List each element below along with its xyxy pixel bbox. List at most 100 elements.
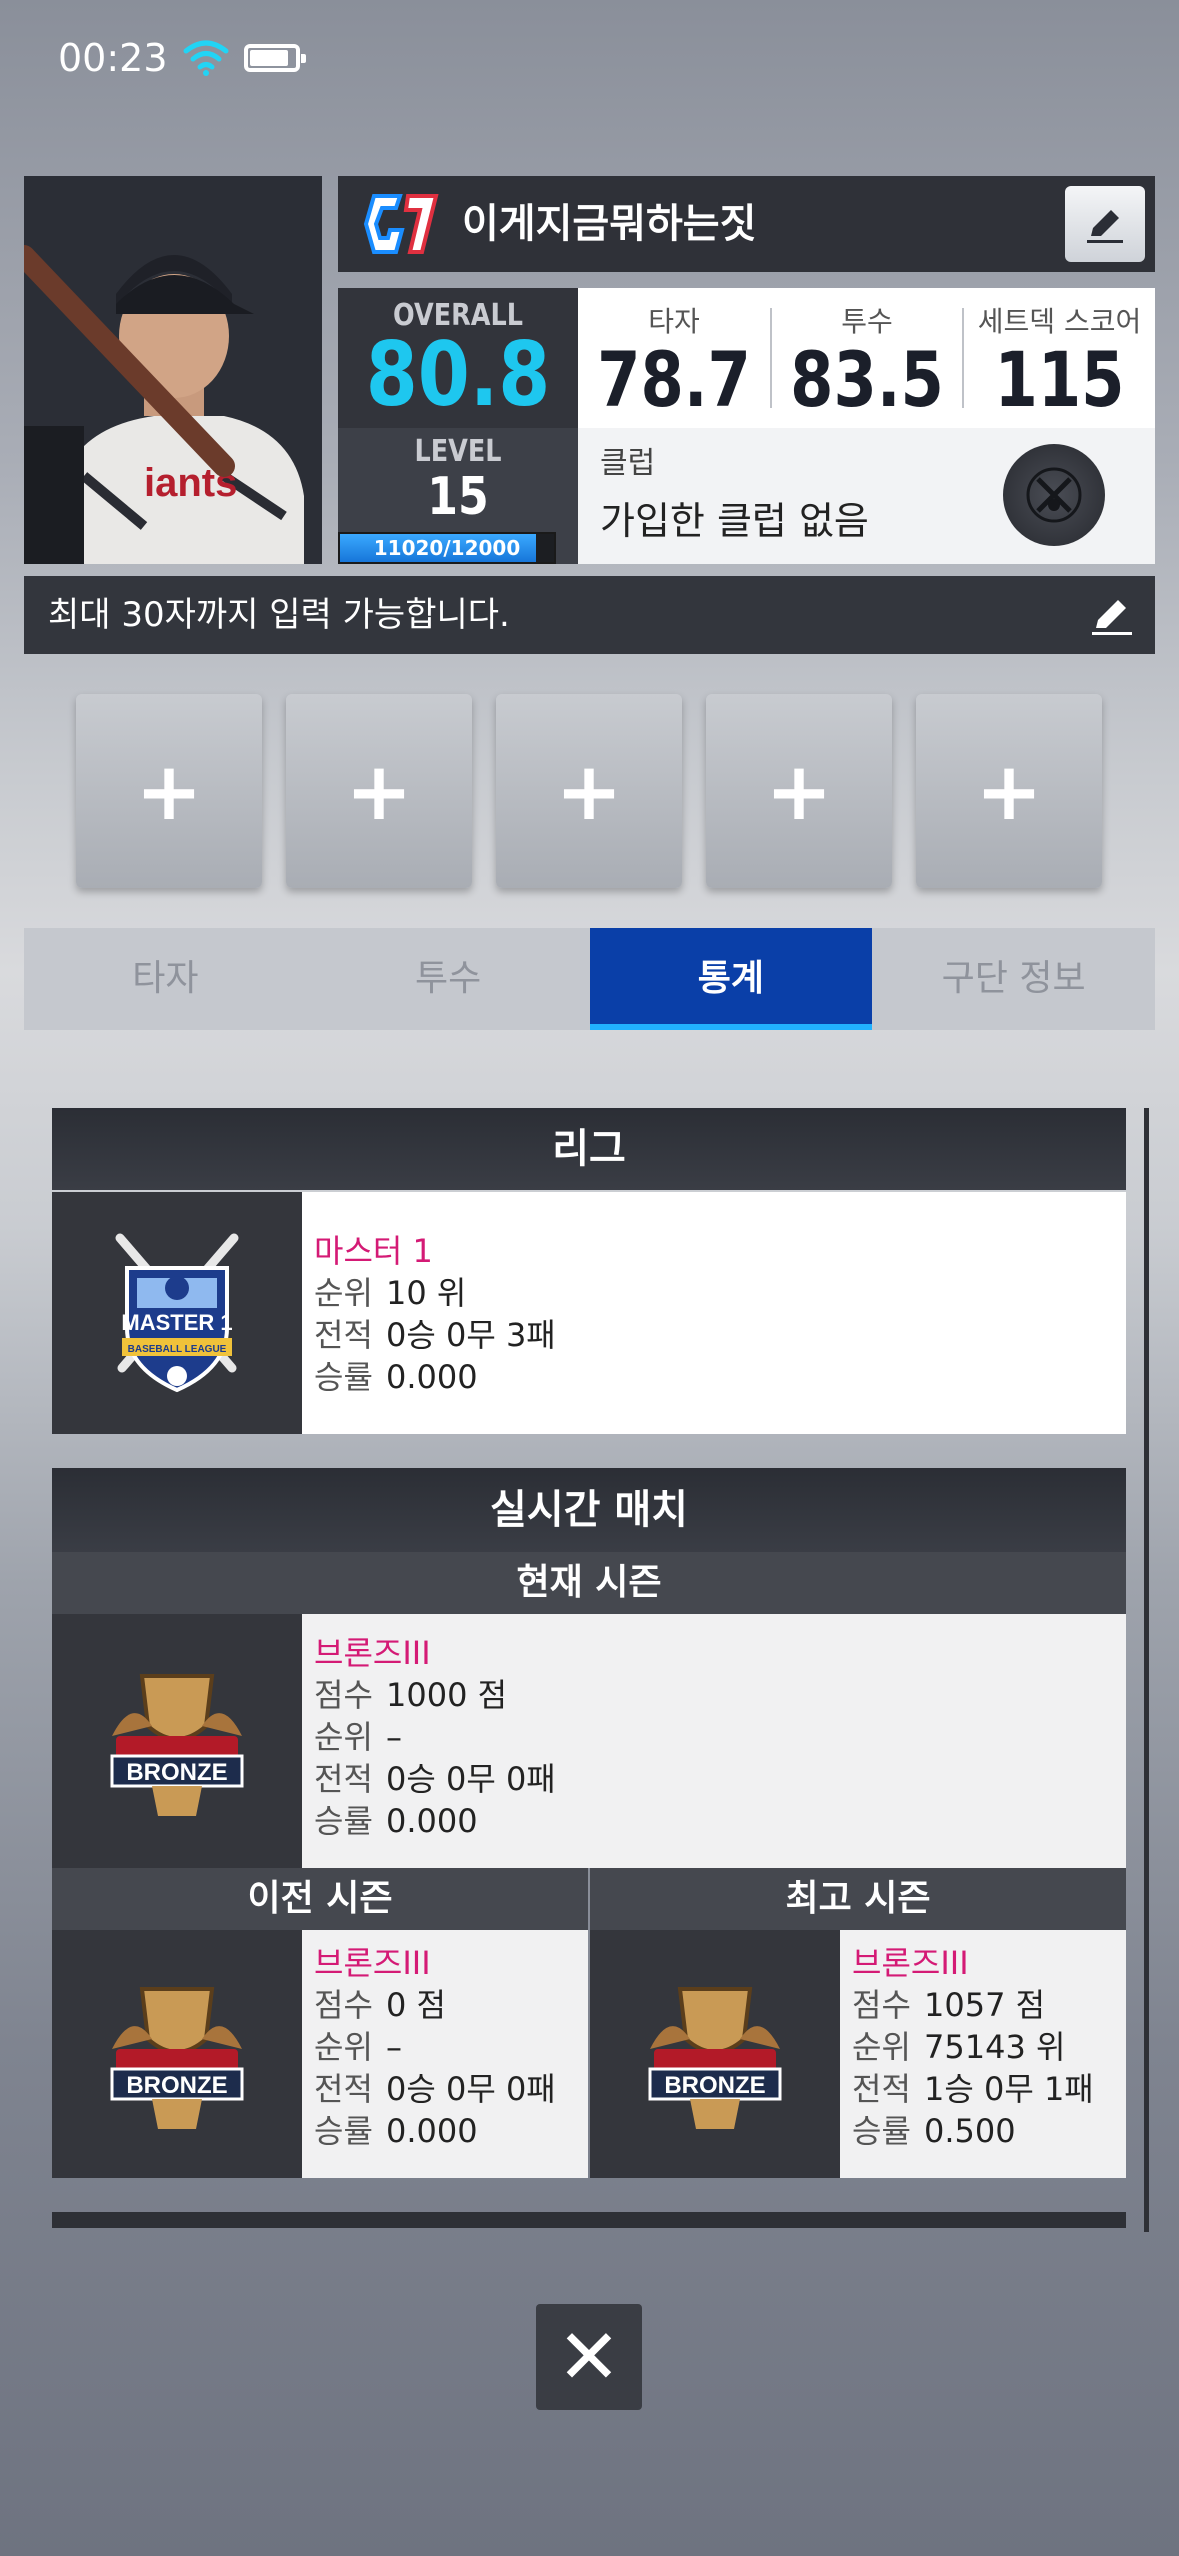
info-key: 순위 [852,2028,911,2066]
xp-text: 11020/12000 [373,536,521,560]
league-badge-subtext: BASEBALL LEAGUE [128,1344,227,1355]
next-panel-edge [52,2212,1126,2228]
best-badge-cell: BRONZE [590,1930,840,2178]
tab-pitcher[interactable]: 투수 [307,928,590,1030]
info-value: 1057 점 [924,1986,1046,2024]
add-slot-button-3[interactable]: + [496,694,682,888]
master-league-badge-icon: MASTER 1 BASEBALL LEAGUE [115,1233,239,1393]
bronze-badge-text: BRONZE [126,2072,227,2099]
tab-stats[interactable]: 통계 [589,928,873,1030]
close-icon: ✕ [557,2312,621,2401]
info-row: 전적 0승 0무 0패 [314,1758,1126,1800]
info-value: – [386,1718,402,1756]
bio-input[interactable]: 최대 30자까지 입력 가능합니다. [24,576,1155,654]
bronze-badge-text: BRONZE [126,1759,227,1786]
current-badge-cell: BRONZE [52,1614,302,1868]
league-badge-cell: MASTER 1 BASEBALL LEAGUE [52,1192,302,1434]
info-row: 점수 1057 점 [852,1984,1126,2026]
add-slot-button-1[interactable]: + [76,694,262,888]
add-slot-button-5[interactable]: + [916,694,1102,888]
wifi-icon [183,40,229,76]
edit-name-button[interactable] [1065,186,1145,262]
info-key: 전적 [314,2070,373,2108]
league-header: 리그 [52,1108,1126,1190]
info-value: 0.000 [386,1802,478,1840]
stat-setdeck: 세트덱 스코어 115 [964,288,1155,428]
club-emblem-icon [1003,444,1105,546]
current-season-header: 현재 시즌 [52,1552,1126,1614]
info-key: 전적 [314,1316,373,1354]
info-value: 0승 0무 0패 [386,2070,556,2108]
previous-season-header: 이전 시즌 [52,1868,588,1930]
level-value: 15 [427,467,489,527]
add-slot-button-2[interactable]: + [286,694,472,888]
info-value: 0 점 [386,1986,446,2024]
info-row: 순위 – [314,1716,1126,1758]
previous-badge-cell: BRONZE [52,1930,302,2178]
info-row: 순위 10 위 [314,1272,1126,1314]
stat-batter: 타자 78.7 [578,288,770,428]
bronze-badge-text: BRONZE [664,2072,765,2099]
stat-pitcher: 투수 83.5 [772,288,962,428]
add-slot-button-4[interactable]: + [706,694,892,888]
info-row: 승률 0.000 [314,1356,1126,1398]
info-value: 1승 0무 1패 [924,2070,1094,2108]
info-row: 전적 0승 0무 0패 [314,2068,588,2110]
league-badge-text: MASTER 1 [121,1310,232,1335]
info-row: 전적 1승 0무 1패 [852,2068,1126,2110]
club-label: 클럽 [600,446,656,481]
stat-label: 투수 [841,305,893,338]
previous-season-info: 브론즈III 점수 0 점 순위 – 전적 0승 0무 0패 승률 0.000 [302,1930,588,2178]
scrollbar[interactable] [1144,1108,1149,2232]
info-value: 75143 위 [924,2028,1066,2066]
info-row: 승률 0.000 [314,2110,588,2152]
status-bar: 00:23 [58,28,306,88]
best-season-info: 브론즈III 점수 1057 점 순위 75143 위 전적 1승 0무 1패 승률 0… [840,1930,1126,2178]
tab-team-info[interactable]: 구단 정보 [872,928,1155,1030]
previous-tier: 브론즈III [314,1944,431,1982]
info-key: 점수 [314,1676,373,1714]
info-key: 순위 [314,1718,373,1756]
stats-panel: 타자 78.7 투수 83.5 세트덱 스코어 115 클럽 가입한 클럽 없음 [578,288,1155,564]
battery-icon [243,44,306,72]
bronze-trophy-icon: BRONZE [110,1674,244,1816]
best-tier: 브론즈III [852,1944,969,1982]
info-key: 점수 [314,1986,373,2024]
info-row: 순위 – [314,2026,588,2068]
info-key: 전적 [314,1760,373,1798]
stat-value: 83.5 [790,335,944,424]
stat-value: 115 [994,335,1125,424]
info-key: 전적 [852,2070,911,2108]
info-value: 0.500 [924,2112,1016,2150]
stat-value: 78.7 [597,335,751,424]
stat-label: 세트덱 스코어 [977,305,1142,338]
overall-box: OVERALL 80.8 [338,288,578,428]
league-info: 마스터 1 순위 10 위 전적 0승 0무 3패 승률 0.000 [302,1192,1126,1434]
info-row: 점수 0 점 [314,1984,588,2026]
info-row: 승률 0.000 [314,1800,1126,1842]
info-key: 승률 [314,1802,373,1840]
info-value: 1000 점 [386,1676,508,1714]
tab-batter[interactable]: 타자 [24,928,307,1030]
info-row: 전적 0승 0무 3패 [314,1314,1126,1356]
bronze-trophy-icon: BRONZE [110,1987,244,2129]
level-label: LEVEL [414,434,502,469]
stat-label: 타자 [648,305,700,338]
edit-bio-pencil-icon[interactable] [1090,594,1134,638]
current-tier: 브론즈III [314,1634,431,1672]
best-season-header: 최고 시즌 [590,1868,1126,1930]
info-key: 순위 [314,2028,373,2066]
current-season-info: 브론즈III 점수 1000 점 순위 – 전적 0승 0무 0패 승률 0.000 [302,1614,1126,1868]
tab-bar: 타자 투수 통계 구단 정보 [24,928,1155,1030]
bronze-trophy-icon: BRONZE [648,1987,782,2129]
info-row: 점수 1000 점 [314,1674,1126,1716]
info-key: 승률 [314,1358,373,1396]
close-button[interactable]: ✕ [536,2304,642,2410]
overall-value: 80.8 [365,323,551,426]
info-row: 순위 75143 위 [852,2026,1126,2068]
league-tier: 마스터 1 [314,1232,433,1270]
xp-progress-bar: 11020/12000 [338,532,556,564]
club-area[interactable]: 클럽 가입한 클럽 없음 [578,428,1155,564]
info-key: 점수 [852,1986,911,2024]
info-row: 승률 0.500 [852,2110,1126,2152]
